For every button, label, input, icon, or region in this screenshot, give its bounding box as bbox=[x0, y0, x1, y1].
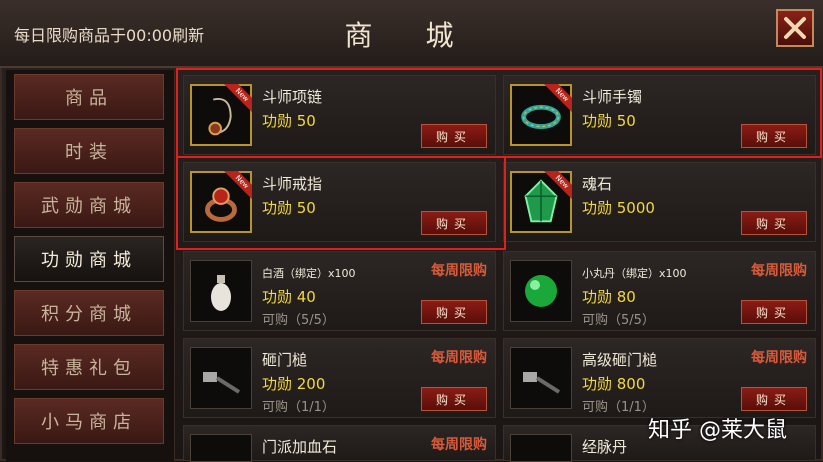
item-thumbnail bbox=[190, 434, 252, 462]
buy-button[interactable]: 购买 bbox=[741, 300, 807, 324]
hammer-icon bbox=[203, 372, 241, 394]
purchase-limit: 可购（1/1） bbox=[262, 400, 335, 415]
buy-button[interactable]: 购买 bbox=[421, 387, 487, 411]
new-badge: New bbox=[542, 171, 572, 201]
new-badge: New bbox=[542, 84, 572, 114]
close-button[interactable] bbox=[776, 9, 814, 47]
wine-bottle-icon bbox=[211, 275, 231, 311]
shop-item-card: 小丸丹（绑定）x100 每周限购 功勋 80 可购（5/5） 购买 bbox=[503, 251, 816, 331]
item-name: 斗师项链 bbox=[262, 88, 323, 106]
item-price: 功勋 80 bbox=[582, 288, 636, 306]
item-thumbnail bbox=[510, 260, 572, 322]
buy-button[interactable]: 购买 bbox=[741, 387, 807, 411]
sidebar-item-pony-store[interactable]: 小马商店 bbox=[14, 398, 164, 444]
item-thumbnail bbox=[190, 260, 252, 322]
title-bar: 每日限购商品于00:00刷新 商 城 bbox=[0, 0, 823, 68]
shop-item-card: 白酒（绑定）x100 每周限购 功勋 40 可购（5/5） 购买 bbox=[183, 251, 496, 331]
shop-item-card: New 斗师戒指 功勋 50 购买 bbox=[183, 162, 496, 242]
item-thumbnail: New bbox=[510, 171, 572, 233]
item-name: 白酒（绑定）x100 bbox=[262, 267, 356, 280]
sidebar-item-goods[interactable]: 商品 bbox=[14, 74, 164, 120]
close-icon bbox=[784, 17, 806, 39]
buy-button[interactable]: 购买 bbox=[421, 211, 487, 235]
buy-button[interactable]: 购买 bbox=[741, 211, 807, 235]
buy-button[interactable]: 购买 bbox=[421, 300, 487, 324]
shop-item-card: New 魂石 功勋 5000 购买 bbox=[503, 162, 816, 242]
item-name: 魂石 bbox=[582, 175, 613, 193]
item-name: 门派加血石 bbox=[262, 438, 338, 456]
item-thumbnail: New bbox=[510, 84, 572, 146]
item-thumbnail bbox=[510, 434, 572, 462]
weekly-limit-label: 每周限购 bbox=[431, 263, 487, 279]
sidebar-item-special-packs[interactable]: 特惠礼包 bbox=[14, 344, 164, 390]
item-thumbnail bbox=[190, 347, 252, 409]
item-price: 功勋 50 bbox=[262, 112, 316, 130]
item-price: 功勋 40 bbox=[262, 288, 316, 306]
item-price: 功勋 5000 bbox=[582, 199, 655, 217]
shop-item-card: 高级砸门槌 每周限购 功勋 800 可购（1/1） 购买 bbox=[503, 338, 816, 418]
category-sidebar: 商品 时装 武勋商城 功勋商城 积分商城 特惠礼包 小马商店 bbox=[6, 70, 175, 461]
shop-item-card: 门派加血石 每周限购 bbox=[183, 425, 496, 462]
item-thumbnail bbox=[510, 347, 572, 409]
item-thumbnail: New bbox=[190, 171, 252, 233]
item-name: 砸门槌 bbox=[262, 351, 308, 369]
purchase-limit: 可购（1/1） bbox=[582, 400, 655, 415]
item-price: 功勋 200 bbox=[262, 375, 326, 393]
sidebar-item-fashion[interactable]: 时装 bbox=[14, 128, 164, 174]
item-name: 斗师戒指 bbox=[262, 175, 323, 193]
item-name: 经脉丹 bbox=[582, 438, 628, 456]
new-badge: New bbox=[222, 171, 252, 201]
weekly-limit-label: 每周限购 bbox=[751, 350, 807, 366]
shop-item-card: New 斗师项链 功勋 50 购买 bbox=[183, 75, 496, 155]
weekly-limit-label: 每周限购 bbox=[431, 437, 487, 453]
item-name: 斗师手镯 bbox=[582, 88, 643, 106]
buy-button[interactable]: 购买 bbox=[421, 124, 487, 148]
purchase-limit: 可购（5/5） bbox=[262, 313, 335, 328]
weekly-limit-label: 每周限购 bbox=[431, 350, 487, 366]
hammer-icon bbox=[523, 372, 561, 394]
new-badge: New bbox=[222, 84, 252, 114]
refresh-note: 每日限购商品于00:00刷新 bbox=[14, 26, 205, 45]
watermark: 知乎 @莱大鼠 bbox=[648, 418, 787, 443]
shop-item-card: 砸门槌 每周限购 功勋 200 可购（1/1） 购买 bbox=[183, 338, 496, 418]
green-pill-icon bbox=[525, 275, 557, 307]
sidebar-item-gongxun-shop[interactable]: 功勋商城 bbox=[14, 236, 164, 282]
sidebar-item-wuxun-shop[interactable]: 武勋商城 bbox=[14, 182, 164, 228]
shop-item-card: New 斗师手镯 功勋 50 购买 bbox=[503, 75, 816, 155]
item-thumbnail: New bbox=[190, 84, 252, 146]
item-price: 功勋 50 bbox=[582, 112, 636, 130]
buy-button[interactable]: 购买 bbox=[741, 124, 807, 148]
sidebar-item-points-shop[interactable]: 积分商城 bbox=[14, 290, 164, 336]
item-price: 功勋 800 bbox=[582, 375, 646, 393]
purchase-limit: 可购（5/5） bbox=[582, 313, 655, 328]
weekly-limit-label: 每周限购 bbox=[751, 263, 807, 279]
window-title: 商 城 bbox=[344, 19, 476, 52]
item-name: 小丸丹（绑定）x100 bbox=[582, 267, 687, 280]
item-name: 高级砸门槌 bbox=[582, 351, 658, 369]
item-price: 功勋 50 bbox=[262, 199, 316, 217]
